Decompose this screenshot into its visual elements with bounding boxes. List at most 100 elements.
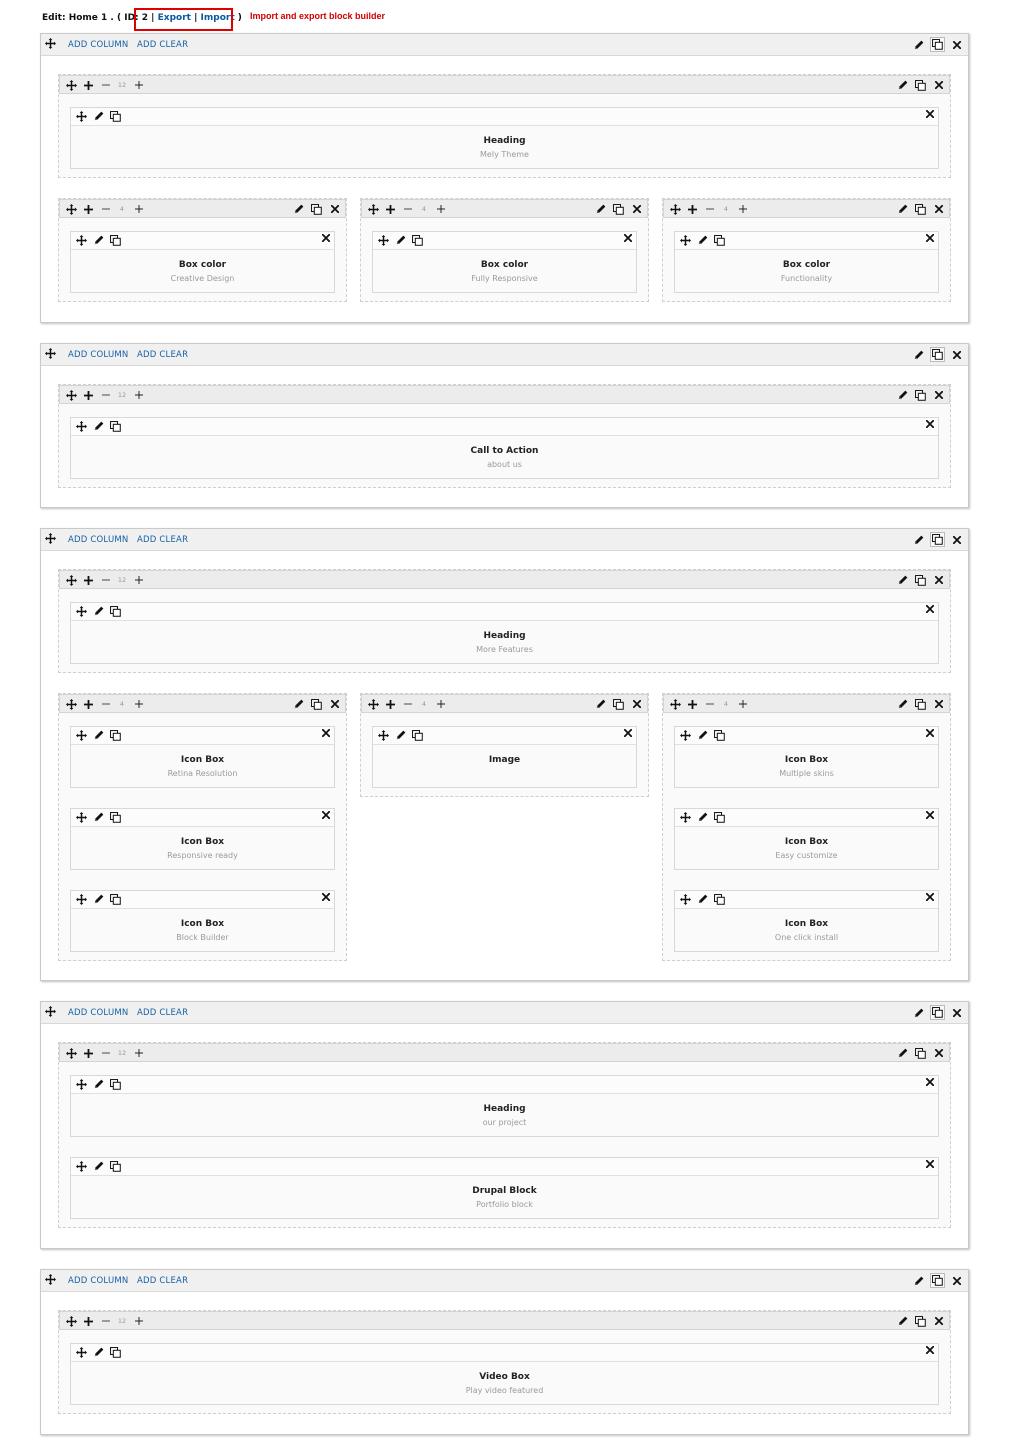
section-edit-icon[interactable]: [911, 37, 926, 52]
add-clear-button[interactable]: ADD CLEAR: [137, 350, 188, 360]
section-edit-icon[interactable]: [911, 347, 926, 362]
column-duplicate-icon[interactable]: [611, 202, 626, 216]
column-move-icon[interactable]: [64, 78, 79, 92]
section-move-icon[interactable]: [45, 1274, 56, 1285]
block-delete-icon[interactable]: [926, 605, 934, 613]
section-duplicate-icon[interactable]: [930, 1273, 945, 1288]
block-duplicate-icon[interactable]: [410, 233, 425, 247]
column-duplicate-icon[interactable]: [913, 78, 928, 92]
column-duplicate-icon[interactable]: [309, 202, 324, 216]
block-delete-icon[interactable]: [926, 893, 934, 901]
block-delete-icon[interactable]: [926, 1078, 934, 1086]
column-add-block-icon[interactable]: [81, 388, 96, 402]
column-duplicate-icon[interactable]: [913, 202, 928, 216]
block-move-icon[interactable]: [74, 1345, 89, 1359]
column-move-icon[interactable]: [64, 202, 79, 216]
block-move-icon[interactable]: [74, 233, 89, 247]
column-increase-icon[interactable]: [735, 697, 750, 711]
add-clear-button[interactable]: ADD CLEAR: [137, 1276, 188, 1286]
column-move-icon[interactable]: [64, 388, 79, 402]
section-edit-icon[interactable]: [911, 532, 926, 547]
column-move-icon[interactable]: [366, 697, 381, 711]
column-decrease-icon[interactable]: [98, 388, 113, 402]
section-duplicate-icon[interactable]: [930, 347, 945, 362]
block-move-icon[interactable]: [678, 233, 693, 247]
column-decrease-icon[interactable]: [702, 697, 717, 711]
add-column-button[interactable]: ADD COLUMN: [68, 1008, 128, 1018]
block-duplicate-icon[interactable]: [108, 419, 123, 433]
block-delete-icon[interactable]: [926, 729, 934, 737]
column-add-block-icon[interactable]: [81, 78, 96, 92]
column-add-block-icon[interactable]: [81, 697, 96, 711]
block-duplicate-icon[interactable]: [108, 810, 123, 824]
add-clear-button[interactable]: ADD CLEAR: [137, 40, 188, 50]
block-edit-icon[interactable]: [695, 233, 710, 247]
column-duplicate-icon[interactable]: [913, 1046, 928, 1060]
block-edit-icon[interactable]: [91, 419, 106, 433]
block-edit-icon[interactable]: [91, 233, 106, 247]
block-edit-icon[interactable]: [695, 728, 710, 742]
block-edit-icon[interactable]: [91, 810, 106, 824]
block-duplicate-icon[interactable]: [712, 233, 727, 247]
column-move-icon[interactable]: [64, 1314, 79, 1328]
section-delete-icon[interactable]: [949, 37, 964, 52]
column-delete-icon[interactable]: [931, 1314, 946, 1328]
column-add-block-icon[interactable]: [685, 202, 700, 216]
block-move-icon[interactable]: [74, 810, 89, 824]
section-move-icon[interactable]: [45, 38, 56, 49]
column-increase-icon[interactable]: [433, 202, 448, 216]
block-move-icon[interactable]: [678, 892, 693, 906]
block-move-icon[interactable]: [376, 233, 391, 247]
column-edit-icon[interactable]: [895, 573, 910, 587]
column-move-icon[interactable]: [366, 202, 381, 216]
column-delete-icon[interactable]: [931, 78, 946, 92]
column-duplicate-icon[interactable]: [309, 697, 324, 711]
section-edit-icon[interactable]: [911, 1005, 926, 1020]
block-delete-icon[interactable]: [322, 811, 330, 819]
section-move-icon[interactable]: [45, 533, 56, 544]
block-duplicate-icon[interactable]: [108, 1345, 123, 1359]
column-duplicate-icon[interactable]: [611, 697, 626, 711]
section-delete-icon[interactable]: [949, 1005, 964, 1020]
column-add-block-icon[interactable]: [383, 202, 398, 216]
block-duplicate-icon[interactable]: [108, 109, 123, 123]
column-move-icon[interactable]: [668, 202, 683, 216]
section-duplicate-icon[interactable]: [930, 532, 945, 547]
block-move-icon[interactable]: [678, 728, 693, 742]
column-add-block-icon[interactable]: [685, 697, 700, 711]
column-move-icon[interactable]: [64, 573, 79, 587]
column-delete-icon[interactable]: [327, 202, 342, 216]
block-delete-icon[interactable]: [926, 1346, 934, 1354]
column-increase-icon[interactable]: [131, 573, 146, 587]
column-delete-icon[interactable]: [629, 697, 644, 711]
column-delete-icon[interactable]: [931, 1046, 946, 1060]
column-duplicate-icon[interactable]: [913, 1314, 928, 1328]
block-duplicate-icon[interactable]: [108, 728, 123, 742]
column-increase-icon[interactable]: [131, 78, 146, 92]
column-decrease-icon[interactable]: [98, 78, 113, 92]
block-edit-icon[interactable]: [91, 1159, 106, 1173]
section-duplicate-icon[interactable]: [930, 1005, 945, 1020]
column-edit-icon[interactable]: [895, 78, 910, 92]
column-edit-icon[interactable]: [593, 697, 608, 711]
block-delete-icon[interactable]: [322, 893, 330, 901]
block-delete-icon[interactable]: [624, 234, 632, 242]
column-edit-icon[interactable]: [291, 202, 306, 216]
section-move-icon[interactable]: [45, 348, 56, 359]
column-duplicate-icon[interactable]: [913, 388, 928, 402]
column-edit-icon[interactable]: [895, 697, 910, 711]
section-delete-icon[interactable]: [949, 1273, 964, 1288]
block-move-icon[interactable]: [74, 604, 89, 618]
block-edit-icon[interactable]: [695, 892, 710, 906]
column-move-icon[interactable]: [64, 1046, 79, 1060]
block-move-icon[interactable]: [74, 1159, 89, 1173]
add-clear-button[interactable]: ADD CLEAR: [137, 535, 188, 545]
column-decrease-icon[interactable]: [98, 697, 113, 711]
block-edit-icon[interactable]: [91, 604, 106, 618]
column-decrease-icon[interactable]: [400, 697, 415, 711]
block-edit-icon[interactable]: [695, 810, 710, 824]
block-edit-icon[interactable]: [91, 109, 106, 123]
block-delete-icon[interactable]: [926, 1160, 934, 1168]
column-decrease-icon[interactable]: [400, 202, 415, 216]
block-edit-icon[interactable]: [91, 728, 106, 742]
